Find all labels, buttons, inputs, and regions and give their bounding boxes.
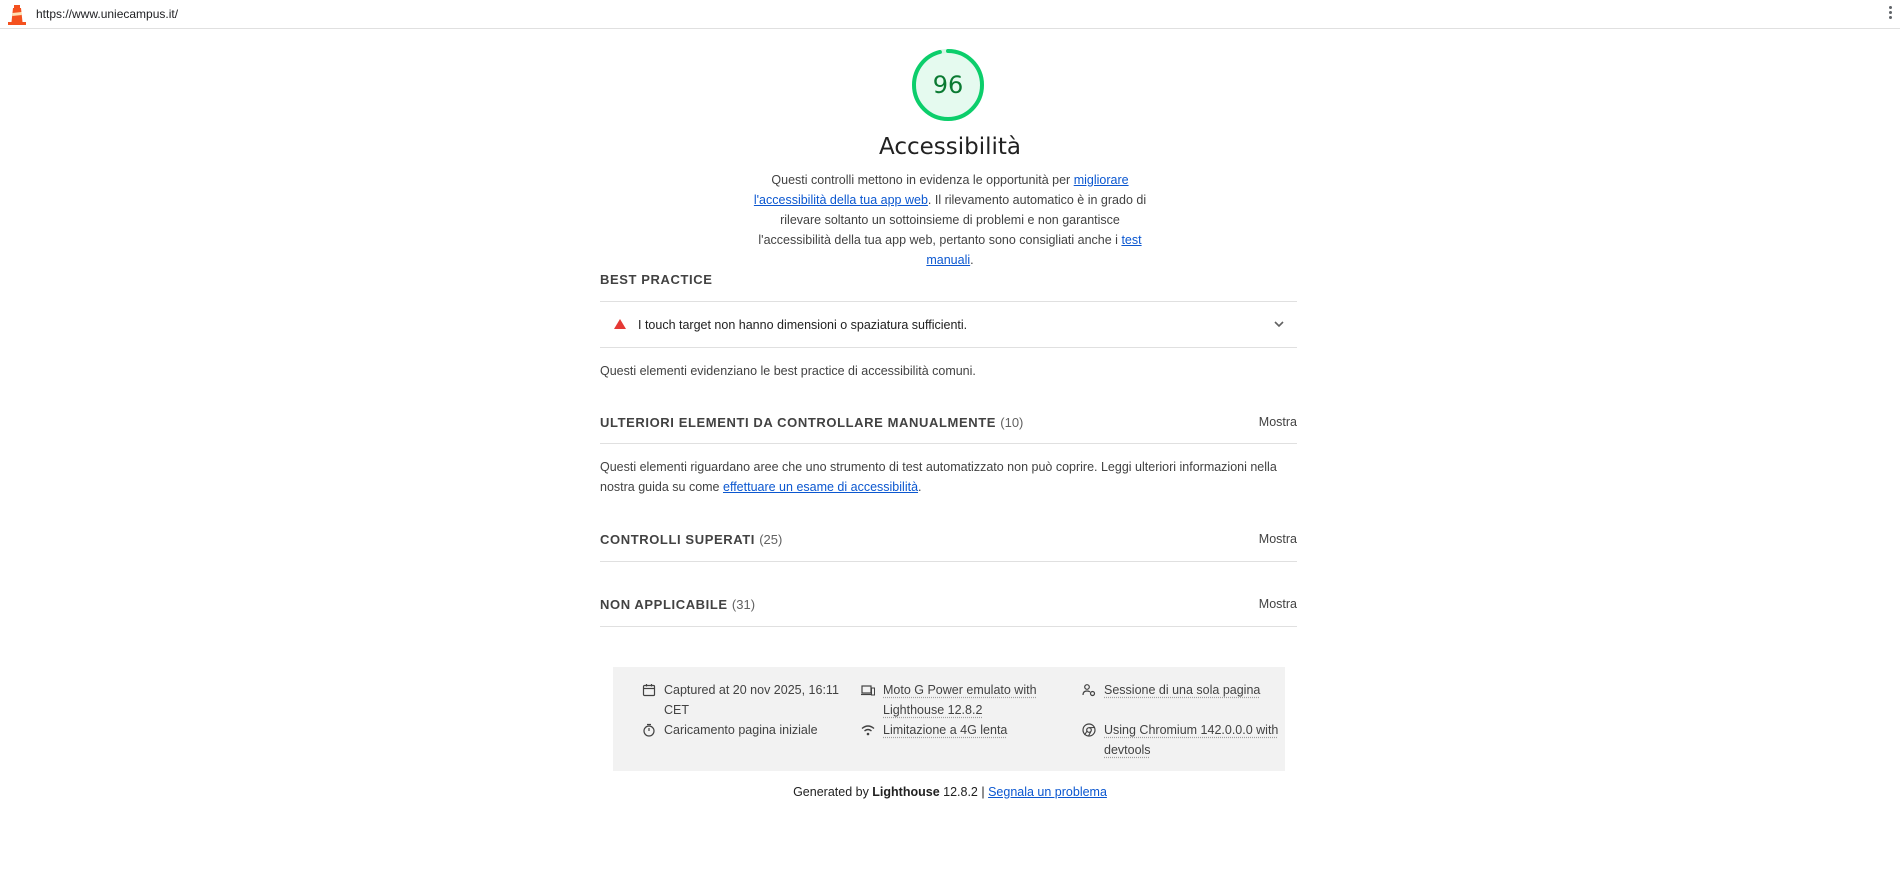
captured-line2: CET [664,703,689,717]
best-practice-title: BEST PRACTICE [600,272,713,287]
manual-show-button[interactable]: Mostra [1259,415,1297,429]
manual-title-text: ULTERIORI ELEMENTI DA CONTROLLARE MANUAL… [600,415,997,430]
warning-triangle-icon [614,319,626,329]
browser-line1: Using Chromium 142.0.0.0 with [1104,723,1279,737]
generated-text: Generated by [793,785,873,799]
audit-touch-targets[interactable]: I touch target non hanno dimensioni o sp… [600,302,1297,348]
not-applicable-section-title[interactable]: NON APPLICABILE (31) [600,597,755,612]
passed-show-button[interactable]: Mostra [1259,532,1297,546]
divider [600,443,1297,444]
gauge-score: 96 [932,71,964,99]
passed-title-text: CONTROLLI SUPERATI [600,532,755,547]
captured-line1: Captured at 20 nov 2025, 16:11 [664,683,839,697]
not-applicable-title-text: NON APPLICABILE [600,597,728,612]
wifi-icon [861,725,875,736]
top-bar: https://www.uniecampus.it/ [0,0,1900,29]
manual-section-title[interactable]: ULTERIORI ELEMENTI DA CONTROLLARE MANUAL… [600,415,1023,430]
manual-note-text: . [918,480,922,494]
session-text: Sessione di una sola pagina [1104,683,1261,697]
divider [600,626,1297,627]
chevron-down-icon[interactable] [1273,318,1285,330]
throttle-text: Limitazione a 4G lenta [883,723,1008,737]
manual-note: Questi elementi riguardano aree che uno … [600,457,1297,497]
not-applicable-count: (31) [731,597,756,612]
devices-icon [861,685,875,696]
device-line1: Moto G Power emulato with [883,683,1037,697]
desc-text: Questi controlli mettono in evidenza le … [771,173,1074,187]
manual-note-text: Questi elementi riguardano aree che uno … [600,460,1277,494]
kebab-menu-icon[interactable] [1886,4,1894,24]
accessibility-review-link[interactable]: effettuare un esame di accessibilità [723,480,918,494]
category-description: Questi controlli mettono in evidenza le … [745,170,1155,270]
chromium-icon [1082,723,1096,737]
generated-by-footer: Generated by Lighthouse 12.8.2 | Segnala… [0,785,1900,799]
category-title: Accessibilità [878,134,1021,160]
run-info-box: Captured at 20 nov 2025, 16:11 CET Carica… [613,667,1285,771]
page-url: https://www.uniecampus.it/ [36,7,179,21]
calendar-icon [642,684,656,697]
score-gauge: 96 [911,48,985,122]
browser-line2: devtools [1104,743,1151,757]
passed-section-title[interactable]: CONTROLLI SUPERATI (25) [600,532,782,547]
report-issue-link[interactable]: Segnala un problema [988,785,1107,799]
stopwatch-icon [643,723,655,737]
desc-text: . [970,253,974,267]
divider [600,347,1297,348]
divider [600,561,1297,562]
product-name: Lighthouse [872,785,940,799]
audit-label: I touch target non hanno dimensioni o sp… [638,318,968,332]
person-settings-icon [1082,684,1096,697]
passed-count: (25) [759,532,783,547]
device-line2: Lighthouse 12.8.2 [883,703,983,717]
best-practice-note: Questi elementi evidenziano le best prac… [600,364,976,378]
not-applicable-show-button[interactable]: Mostra [1259,597,1297,611]
manual-count: (10) [1000,415,1024,430]
lighthouse-icon [8,5,26,25]
version-text: 12.8.2 | [939,785,989,799]
load-text: Caricamento pagina iniziale [664,723,818,737]
